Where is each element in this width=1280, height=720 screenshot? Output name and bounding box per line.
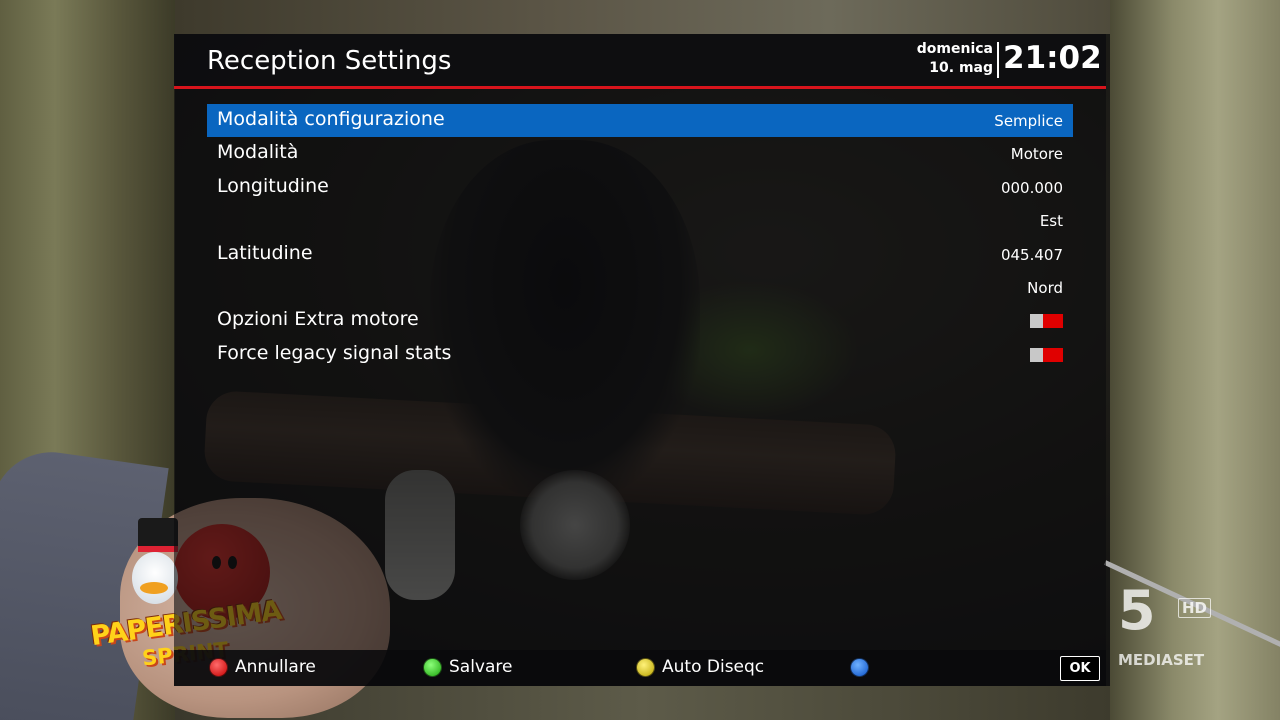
- setting-row-longitude-direction[interactable]: Est: [207, 204, 1073, 237]
- setting-row-force-legacy-signal-stats[interactable]: Force legacy signal stats: [207, 338, 1073, 371]
- yellow-key-label: Auto Diseqc: [662, 657, 765, 677]
- setting-label: Opzioni Extra motore: [217, 308, 419, 331]
- green-key-icon: [423, 658, 442, 677]
- setting-row-configuration-mode[interactable]: Modalità configurazione Semplice: [207, 104, 1073, 138]
- setting-row-latitude[interactable]: Latitudine 045.407: [207, 238, 1073, 271]
- logo-top-hat: [138, 518, 178, 552]
- setting-value: 000.000: [1000, 178, 1063, 197]
- channel-watermark: 5 HD MEDIASET: [1098, 584, 1228, 674]
- setting-value: Motore: [1010, 145, 1063, 164]
- setting-value: Nord: [1027, 278, 1063, 297]
- toggle-knob: [1030, 314, 1043, 329]
- setting-label: Modalità: [217, 141, 299, 164]
- setting-label: Modalità configurazione: [217, 108, 445, 130]
- color-key-bar: Annullare Salvare Auto Diseqc OK: [174, 650, 1106, 686]
- date-display: domenica 10. mag: [917, 40, 993, 78]
- header-accent-line: [174, 86, 1106, 89]
- toggle-fill: [1043, 347, 1063, 362]
- setting-value: Est: [1039, 212, 1063, 231]
- settings-list: Modalità configurazione Semplice Modalit…: [207, 104, 1073, 371]
- setting-label: Force legacy signal stats: [217, 341, 452, 364]
- channel-brand: MEDIASET: [1118, 651, 1205, 669]
- setting-row-mode[interactable]: Modalità Motore: [207, 137, 1073, 170]
- toggle-switch-off[interactable]: [1030, 347, 1063, 362]
- green-key-label: Salvare: [449, 657, 513, 677]
- toggle-fill: [1043, 314, 1063, 329]
- setting-value: 045.407: [1000, 245, 1063, 264]
- red-key-icon: [209, 658, 228, 677]
- setting-value: Semplice: [994, 112, 1063, 130]
- header-divider: [997, 42, 999, 78]
- setting-row-latitude-direction[interactable]: Nord: [207, 271, 1073, 304]
- ground-top: [175, 0, 1110, 34]
- yellow-key-icon: [636, 658, 655, 677]
- toggle-switch-off[interactable]: [1030, 314, 1063, 329]
- channel-number: 5: [1118, 579, 1156, 642]
- setting-label: Latitudine: [217, 241, 313, 264]
- clock: 21:02: [1003, 40, 1102, 76]
- toggle-knob: [1030, 347, 1043, 362]
- weekday: domenica: [916, 41, 993, 57]
- logo-duck: [132, 552, 178, 604]
- ok-key-icon[interactable]: OK: [1060, 656, 1100, 681]
- setting-row-extra-motor-options[interactable]: Opzioni Extra motore: [207, 304, 1073, 337]
- reception-settings-panel: Reception Settings domenica 10. mag 21:0…: [174, 34, 1106, 686]
- red-key-label: Annullare: [235, 657, 316, 677]
- setting-row-longitude[interactable]: Longitudine 000.000: [207, 171, 1073, 204]
- date: 10. mag: [929, 60, 993, 76]
- setting-label: Longitudine: [217, 174, 329, 197]
- blue-key-icon: [850, 658, 869, 677]
- logo-beak: [140, 582, 168, 594]
- panel-header: Reception Settings domenica 10. mag 21:0…: [174, 34, 1106, 86]
- page-title: Reception Settings: [207, 46, 452, 76]
- channel-hd-badge: HD: [1178, 598, 1212, 618]
